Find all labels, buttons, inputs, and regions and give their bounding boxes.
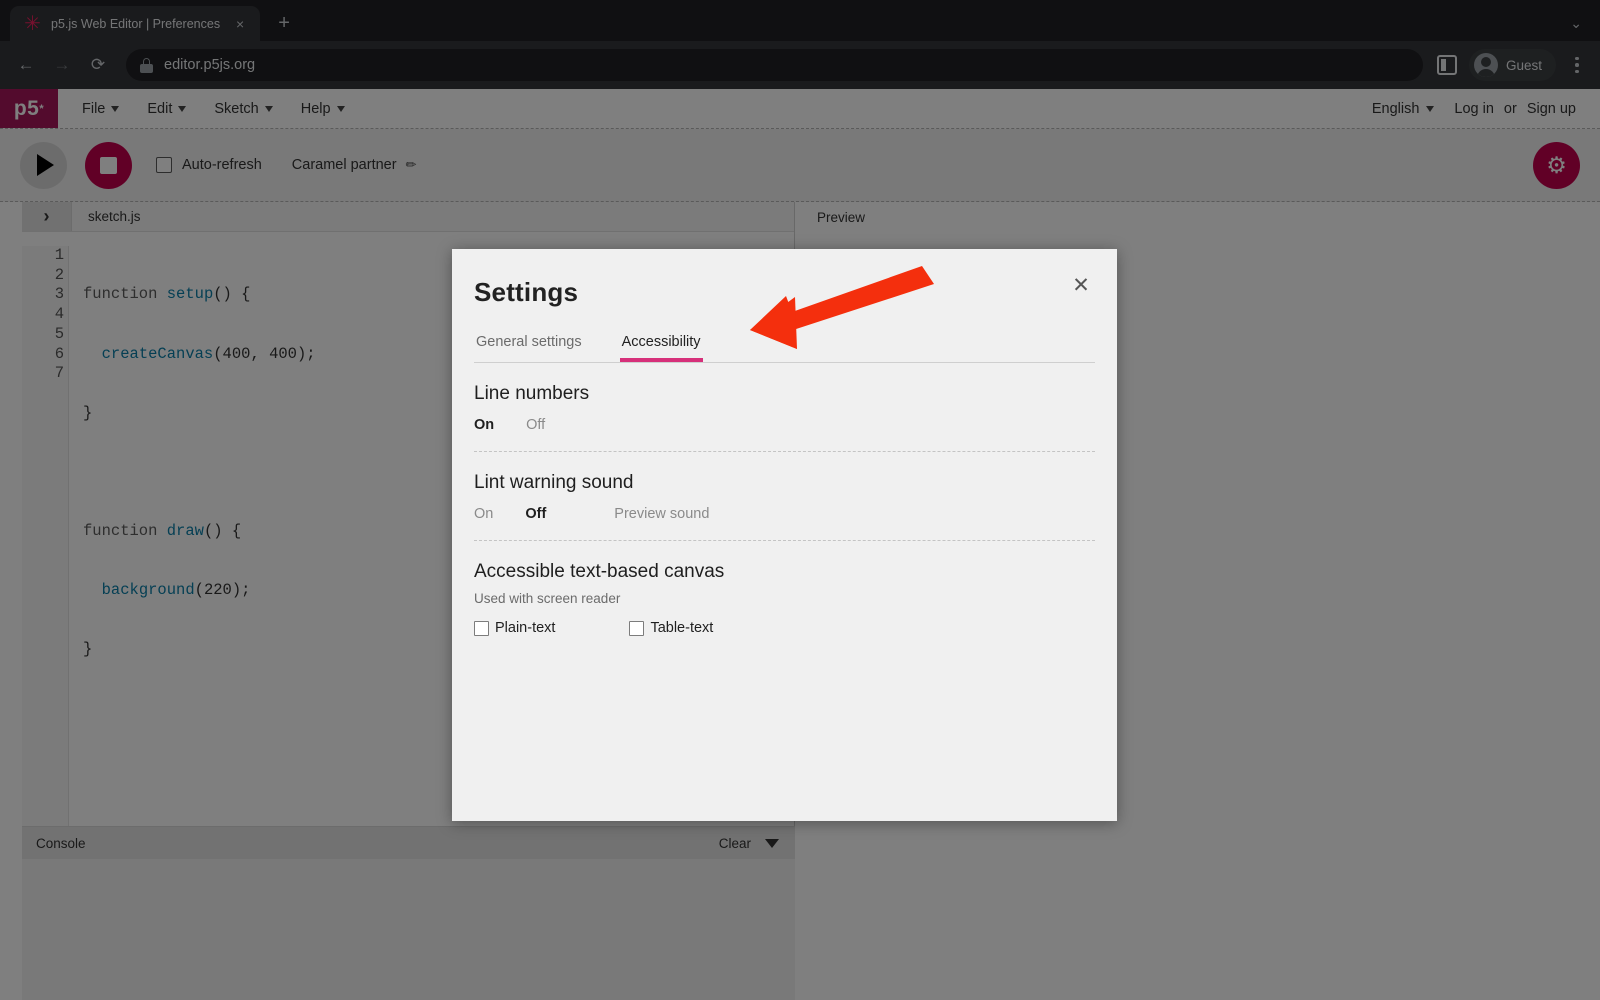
- checkbox-label: Table-text: [650, 620, 713, 636]
- option-line-numbers-on[interactable]: On: [474, 417, 494, 433]
- option-line-numbers-off[interactable]: Off: [526, 417, 545, 433]
- tab-general-settings[interactable]: General settings: [474, 328, 584, 362]
- checkbox-label: Plain-text: [495, 620, 555, 636]
- modal-title: Settings: [474, 277, 1095, 308]
- option-row: On Off Preview sound: [474, 506, 1095, 522]
- option-lint-sound-on[interactable]: On: [474, 506, 493, 522]
- close-icon[interactable]: ✕: [1067, 271, 1095, 299]
- settings-modal: Settings ✕ General settings Accessibilit…: [452, 249, 1117, 821]
- option-row: On Off: [474, 417, 1095, 433]
- setting-title: Accessible text-based canvas: [474, 561, 1095, 583]
- checkbox-plain-text[interactable]: Plain-text: [474, 620, 555, 636]
- setting-line-numbers: Line numbers On Off: [474, 363, 1095, 452]
- checkbox-box[interactable]: [629, 621, 644, 636]
- setting-lint-warning-sound: Lint warning sound On Off Preview sound: [474, 452, 1095, 541]
- preview-sound-button[interactable]: Preview sound: [614, 506, 709, 522]
- modal-tabs: General settings Accessibility: [474, 328, 1095, 363]
- setting-title: Lint warning sound: [474, 472, 1095, 494]
- setting-title: Line numbers: [474, 383, 1095, 405]
- tab-accessibility[interactable]: Accessibility: [620, 328, 703, 362]
- checkbox-box[interactable]: [474, 621, 489, 636]
- checkbox-table-text[interactable]: Table-text: [629, 620, 713, 636]
- setting-subtitle: Used with screen reader: [474, 591, 1095, 606]
- setting-accessible-canvas: Accessible text-based canvas Used with s…: [474, 541, 1095, 654]
- browser-window: ✳ p5.js Web Editor | Preferences × + ⌄ ←…: [0, 0, 1600, 1000]
- checkbox-row: Plain-text Table-text: [474, 620, 1095, 636]
- option-lint-sound-off[interactable]: Off: [525, 506, 546, 522]
